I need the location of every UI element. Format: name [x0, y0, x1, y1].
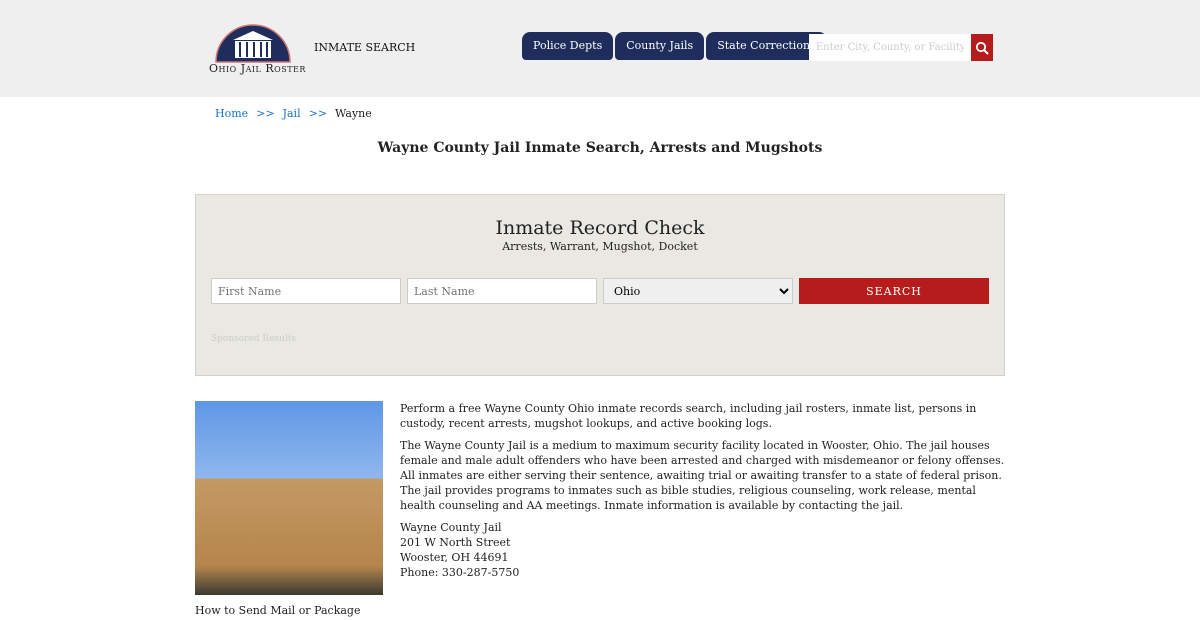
logo-text: Ohio Jail Roster: [209, 62, 306, 75]
sponsored-results-label: Sponsored Results: [211, 334, 297, 344]
site-search-input[interactable]: [809, 34, 971, 61]
last-name-input[interactable]: [407, 278, 597, 304]
inmate-search-link[interactable]: INMATE SEARCH: [314, 41, 415, 54]
address-city: Wooster, OH 44691: [400, 551, 509, 564]
address-name: Wayne County Jail: [400, 521, 502, 534]
jail-description: Perform a free Wayne County Ohio inmate …: [400, 401, 1005, 580]
address-phone: Phone: 330-287-5750: [400, 566, 520, 579]
breadcrumb-current: Wayne: [335, 107, 372, 120]
site-search-button[interactable]: [971, 34, 993, 61]
nav-police-depts[interactable]: Police Depts: [522, 32, 614, 60]
first-name-input[interactable]: [211, 278, 401, 304]
main-nav: Police Depts County Jails State Correcti…: [522, 32, 829, 60]
page-title: Wayne County Jail Inmate Search, Arrests…: [377, 140, 823, 156]
record-search-form: Ohio SEARCH: [211, 278, 989, 304]
breadcrumb-separator: >>: [256, 107, 275, 120]
breadcrumb-separator: >>: [308, 107, 328, 120]
header: Ohio Jail Roster INMATE SEARCH Police De…: [0, 0, 1200, 97]
facility-paragraph: The Wayne County Jail is a medium to max…: [400, 439, 1005, 512]
jail-address: Wayne County Jail 201 W North Street Woo…: [400, 520, 1005, 580]
state-select[interactable]: Ohio: [603, 278, 793, 304]
breadcrumb-home[interactable]: Home: [215, 107, 248, 120]
search-icon: [975, 41, 989, 55]
record-check-subtitle: Arrests, Warrant, Mugshot, Docket: [502, 240, 698, 253]
intro-paragraph: Perform a free Wayne County Ohio inmate …: [400, 402, 977, 430]
search-button[interactable]: SEARCH: [799, 278, 989, 304]
breadcrumb: Home >> Jail >> Wayne: [215, 107, 372, 120]
site-search: [809, 34, 993, 61]
wayne-county-courthouse-photo: [195, 401, 383, 595]
nav-county-jails[interactable]: County Jails: [615, 32, 705, 60]
breadcrumb-jail[interactable]: Jail: [283, 107, 301, 120]
inmate-record-check: Inmate Record Check Arrests, Warrant, Mu…: [195, 194, 1005, 376]
address-street: 201 W North Street: [400, 536, 511, 549]
record-check-title: Inmate Record Check: [495, 217, 705, 239]
send-mail-link[interactable]: How to Send Mail or Package: [195, 604, 360, 617]
